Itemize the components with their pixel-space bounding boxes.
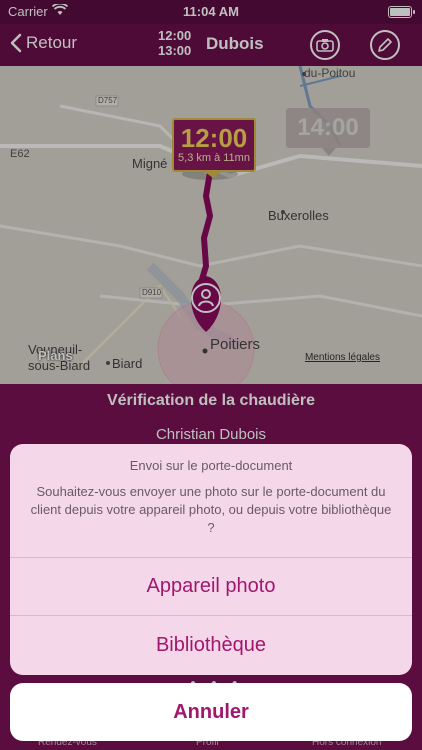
action-sheet-header: Envoi sur le porte-document Souhaitez-vo… bbox=[10, 444, 412, 558]
action-sheet: Envoi sur le porte-document Souhaitez-vo… bbox=[10, 444, 412, 675]
action-sheet-message: Souhaitez-vous envoyer une photo sur le … bbox=[30, 484, 392, 535]
camera-option-button[interactable]: Appareil photo bbox=[10, 558, 412, 616]
action-sheet-title: Envoi sur le porte-document bbox=[129, 458, 293, 473]
cancel-button[interactable]: Annuler bbox=[10, 683, 412, 741]
library-option-button[interactable]: Bibliothèque bbox=[10, 616, 412, 674]
